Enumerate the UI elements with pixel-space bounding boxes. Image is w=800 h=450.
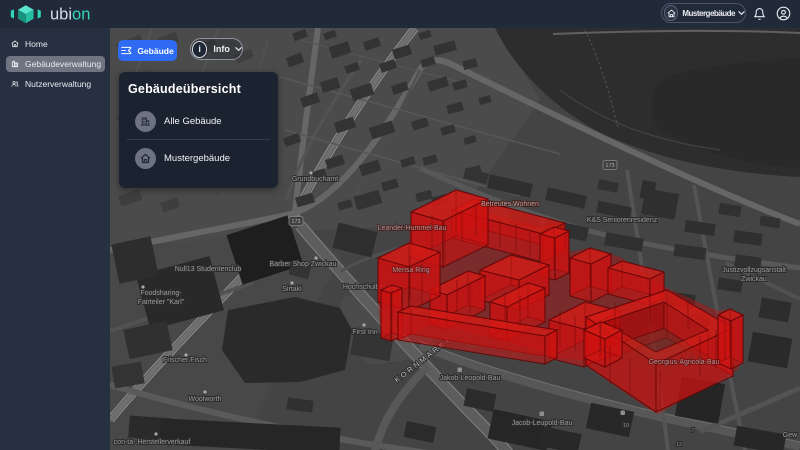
svg-text:Fairteiler "Karl": Fairteiler "Karl" [138,299,185,306]
svg-text:ubion: ubion [50,6,90,24]
svg-text:Gew: Gew [783,432,798,439]
svg-text:Jacob-Leupold-Bau: Jacob-Leupold-Bau [512,420,573,427]
svg-text:Justizvollzugsanstalt: Justizvollzugsanstalt [722,267,786,274]
svg-text:Barber Shop Zwickau: Barber Shop Zwickau [270,261,337,268]
svg-text:7: 7 [691,428,694,434]
svg-text:Jakob-Leopold-Bau: Jakob-Leopold-Bau [440,375,501,382]
svg-text:Frischer Fisch: Frischer Fisch [163,357,207,364]
svg-text:Woolworth: Woolworth [189,396,222,403]
svg-text:Null13 Studentenclub: Null13 Studentenclub [175,266,242,273]
svg-text:Mensa Ring: Mensa Ring [392,267,429,274]
svg-text:12: 12 [676,442,682,448]
svg-text:Foodsharing-: Foodsharing- [140,290,182,297]
svg-text:Grundbuchamt: Grundbuchamt [292,176,338,183]
svg-text:173: 173 [605,163,614,169]
svg-text:Betreutes Wohnen: Betreutes Wohnen [481,201,539,208]
svg-text:Sirtaki: Sirtaki [282,286,302,293]
svg-text:Zwickau: Zwickau [741,276,767,283]
svg-text:K&S Seniorenresidenz: K&S Seniorenresidenz [587,217,658,224]
svg-text:10: 10 [623,423,629,429]
svg-text:173: 173 [291,219,300,225]
svg-text:Leander-Hummel-Bau: Leander-Hummel-Bau [378,225,447,232]
svg-text:con-ta- Herstellerverkauf: con-ta- Herstellerverkauf [114,439,191,446]
svg-text:Georgius-Agricola-Bau: Georgius-Agricola-Bau [649,359,720,366]
svg-text:First Inn: First Inn [352,329,377,336]
